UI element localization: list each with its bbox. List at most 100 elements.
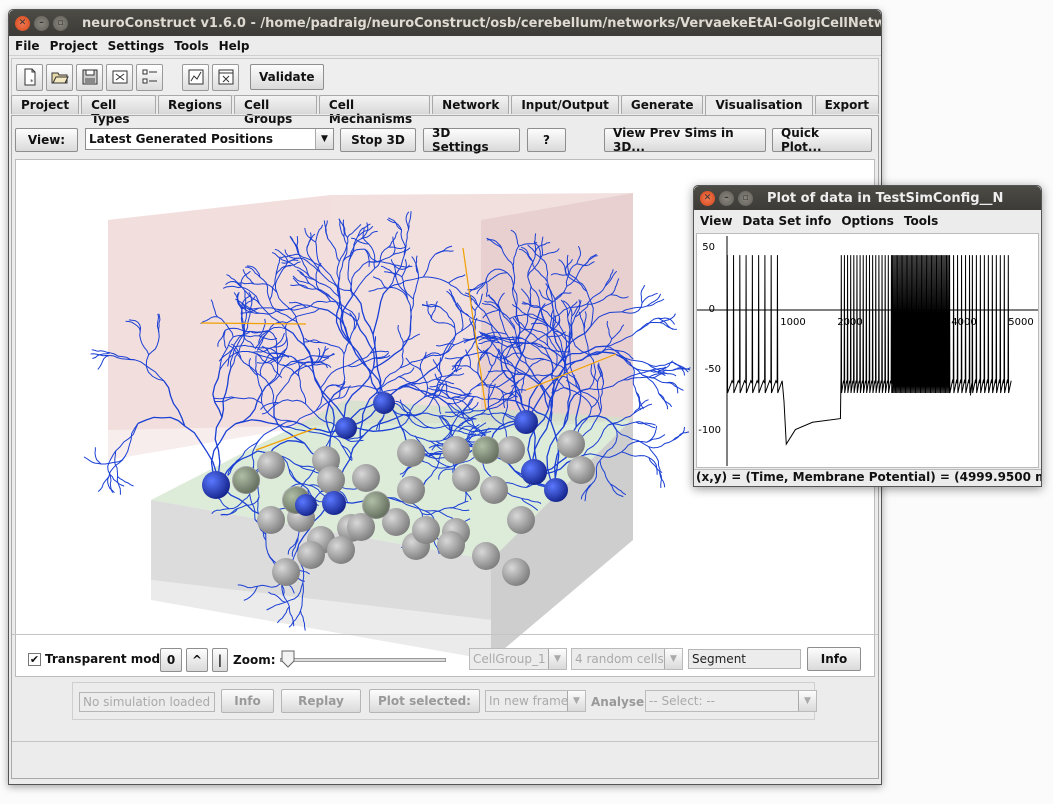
divider	[12, 631, 878, 632]
chevron-down-icon: ▼	[567, 691, 585, 711]
plot-minimize-button[interactable]: –	[719, 190, 734, 206]
tab-generate[interactable]: Generate	[620, 95, 704, 114]
plot-menu-options[interactable]: Options	[837, 214, 900, 228]
golgi-cell-soma[interactable]	[373, 392, 395, 414]
golgi-cell-soma[interactable]	[202, 471, 230, 499]
zoom-slider-thumb[interactable]	[281, 650, 295, 668]
granule-cell-soma[interactable]	[497, 436, 525, 464]
dendrite-branch	[658, 393, 673, 408]
tab-visualisation[interactable]: Visualisation	[705, 95, 813, 115]
tab-project[interactable]: Project	[11, 95, 80, 114]
granule-cell-soma[interactable]	[507, 506, 535, 534]
golgi-cell-soma[interactable]	[335, 417, 357, 439]
in-new-frame-select[interactable]: In new frame ▼	[485, 690, 586, 712]
close-window-button[interactable]: ✕	[15, 15, 30, 31]
pipe-button[interactable]: |	[212, 648, 228, 672]
granule-cell-soma[interactable]	[257, 451, 285, 479]
3d-settings-button[interactable]: 3D Settings	[423, 126, 520, 154]
random-cells-select[interactable]: 4 random cells ▼	[571, 648, 683, 670]
tab-cell-mechanisms[interactable]: Cell Mechanisms	[318, 95, 431, 126]
tab-export[interactable]: Export	[814, 95, 879, 114]
reset-zero-button[interactable]: 0	[160, 648, 182, 672]
plot-window-title: Plot of data in TestSimConfig__N	[767, 190, 1004, 206]
minimize-window-button[interactable]: –	[34, 15, 49, 31]
stop-3d-button[interactable]: Stop 3D	[340, 128, 416, 152]
granule-cell-soma[interactable]	[567, 456, 595, 484]
granule-cell-soma[interactable]	[327, 536, 355, 564]
golgi-cell-soma[interactable]	[514, 410, 538, 434]
help-button[interactable]: ?	[527, 128, 566, 152]
menu-project[interactable]: Project	[47, 39, 105, 53]
dendrite-branch	[672, 431, 690, 441]
view-select[interactable]: Latest Generated Positions ▼	[85, 128, 334, 150]
cellgroup-select[interactable]: CellGroup_1 ▼	[469, 648, 567, 670]
tab-input-output[interactable]: Input/Output	[511, 95, 619, 114]
close-window-tool-button[interactable]	[212, 63, 239, 91]
green-cell-soma[interactable]	[473, 437, 499, 463]
new-project-button[interactable]: *	[16, 63, 43, 91]
close-project-icon	[112, 70, 127, 84]
plot-maximize-button[interactable]: ▫	[738, 190, 753, 206]
granule-cell-soma[interactable]	[502, 558, 530, 586]
menu-tools[interactable]: Tools	[171, 39, 215, 53]
plot-menu-view[interactable]: View	[696, 214, 738, 228]
maximize-window-button[interactable]: ▫	[53, 15, 68, 31]
granule-cell-soma[interactable]	[480, 476, 508, 504]
granule-cell-soma[interactable]	[352, 464, 380, 492]
granule-cell-soma[interactable]	[412, 516, 440, 544]
chevron-down-icon: ▼	[548, 649, 566, 669]
analyse-select[interactable]: -- Select: -- ▼	[645, 690, 817, 712]
validate-button[interactable]: Validate	[250, 64, 324, 90]
golgi-cell-soma[interactable]	[295, 494, 317, 516]
granule-cell-soma[interactable]	[317, 466, 345, 494]
granule-cell-soma[interactable]	[452, 464, 480, 492]
segment-field[interactable]: Segment	[688, 649, 801, 669]
rotate-up-button[interactable]: ^	[186, 648, 208, 672]
sim-info-button[interactable]: Info	[221, 689, 274, 713]
plot-close-button[interactable]: ✕	[700, 190, 715, 206]
plot-menu-data-set-info[interactable]: Data Set info	[738, 214, 837, 228]
green-cell-soma[interactable]	[363, 492, 389, 518]
checklist-button[interactable]	[136, 63, 163, 91]
view-prev-sims-button[interactable]: View Prev Sims in 3D...	[604, 126, 766, 154]
y-tick-label: -50	[705, 364, 721, 375]
save-project-button[interactable]	[76, 63, 103, 91]
transparent-mode-toggle[interactable]: ✔ Transparent mode	[28, 652, 168, 666]
menu-help[interactable]: Help	[216, 39, 257, 53]
golgi-cell-soma[interactable]	[544, 478, 568, 502]
view-label-button[interactable]: View:	[15, 128, 78, 152]
green-cell-soma[interactable]	[233, 467, 259, 493]
transparent-mode-checkbox[interactable]: ✔	[28, 652, 41, 666]
close-project-button[interactable]	[106, 63, 133, 91]
info-button[interactable]: Info	[807, 647, 861, 671]
replay-button[interactable]: Replay	[281, 689, 361, 713]
tab-regions[interactable]: Regions	[158, 95, 233, 114]
open-project-button[interactable]	[46, 63, 73, 91]
plot-status-bar: (x,y) = (Time, Membrane Potential) = (49…	[694, 469, 1041, 486]
granule-cell-soma[interactable]	[397, 439, 425, 467]
graph-button[interactable]	[182, 63, 209, 91]
granule-cell-soma[interactable]	[472, 542, 500, 570]
golgi-cell-soma[interactable]	[521, 459, 547, 485]
golgi-cell-soma[interactable]	[322, 491, 346, 515]
simulation-field[interactable]: No simulation loaded	[79, 692, 215, 712]
granule-cell-soma[interactable]	[257, 506, 285, 534]
granule-cell-soma[interactable]	[557, 430, 585, 458]
tab-cell-types[interactable]: Cell Types	[81, 95, 156, 126]
menu-settings[interactable]: Settings	[105, 39, 172, 53]
menu-file[interactable]: File	[12, 39, 47, 53]
granule-cell-soma[interactable]	[297, 541, 325, 569]
granule-cell-soma[interactable]	[397, 476, 425, 504]
granule-cell-soma[interactable]	[442, 436, 470, 464]
window-title: neuroConstruct v1.6.0 - /home/padraig/ne…	[82, 15, 881, 31]
plot-selected-button[interactable]: Plot selected:	[369, 689, 480, 713]
membrane-potential-plot[interactable]: 50 0 -50 -100 1000 2000 3000 4000 5000	[696, 233, 1039, 468]
tab-cell-groups[interactable]: Cell Groups	[234, 95, 317, 126]
tab-network[interactable]: Network	[432, 95, 510, 114]
plot-menu-tools[interactable]: Tools	[900, 214, 944, 228]
quick-plot-button[interactable]: Quick Plot...	[772, 126, 872, 154]
granule-cell-soma[interactable]	[437, 531, 465, 559]
granule-cell-soma[interactable]	[272, 558, 300, 586]
zoom-slider-track[interactable]	[280, 658, 446, 662]
dendrite-branch	[647, 363, 673, 372]
